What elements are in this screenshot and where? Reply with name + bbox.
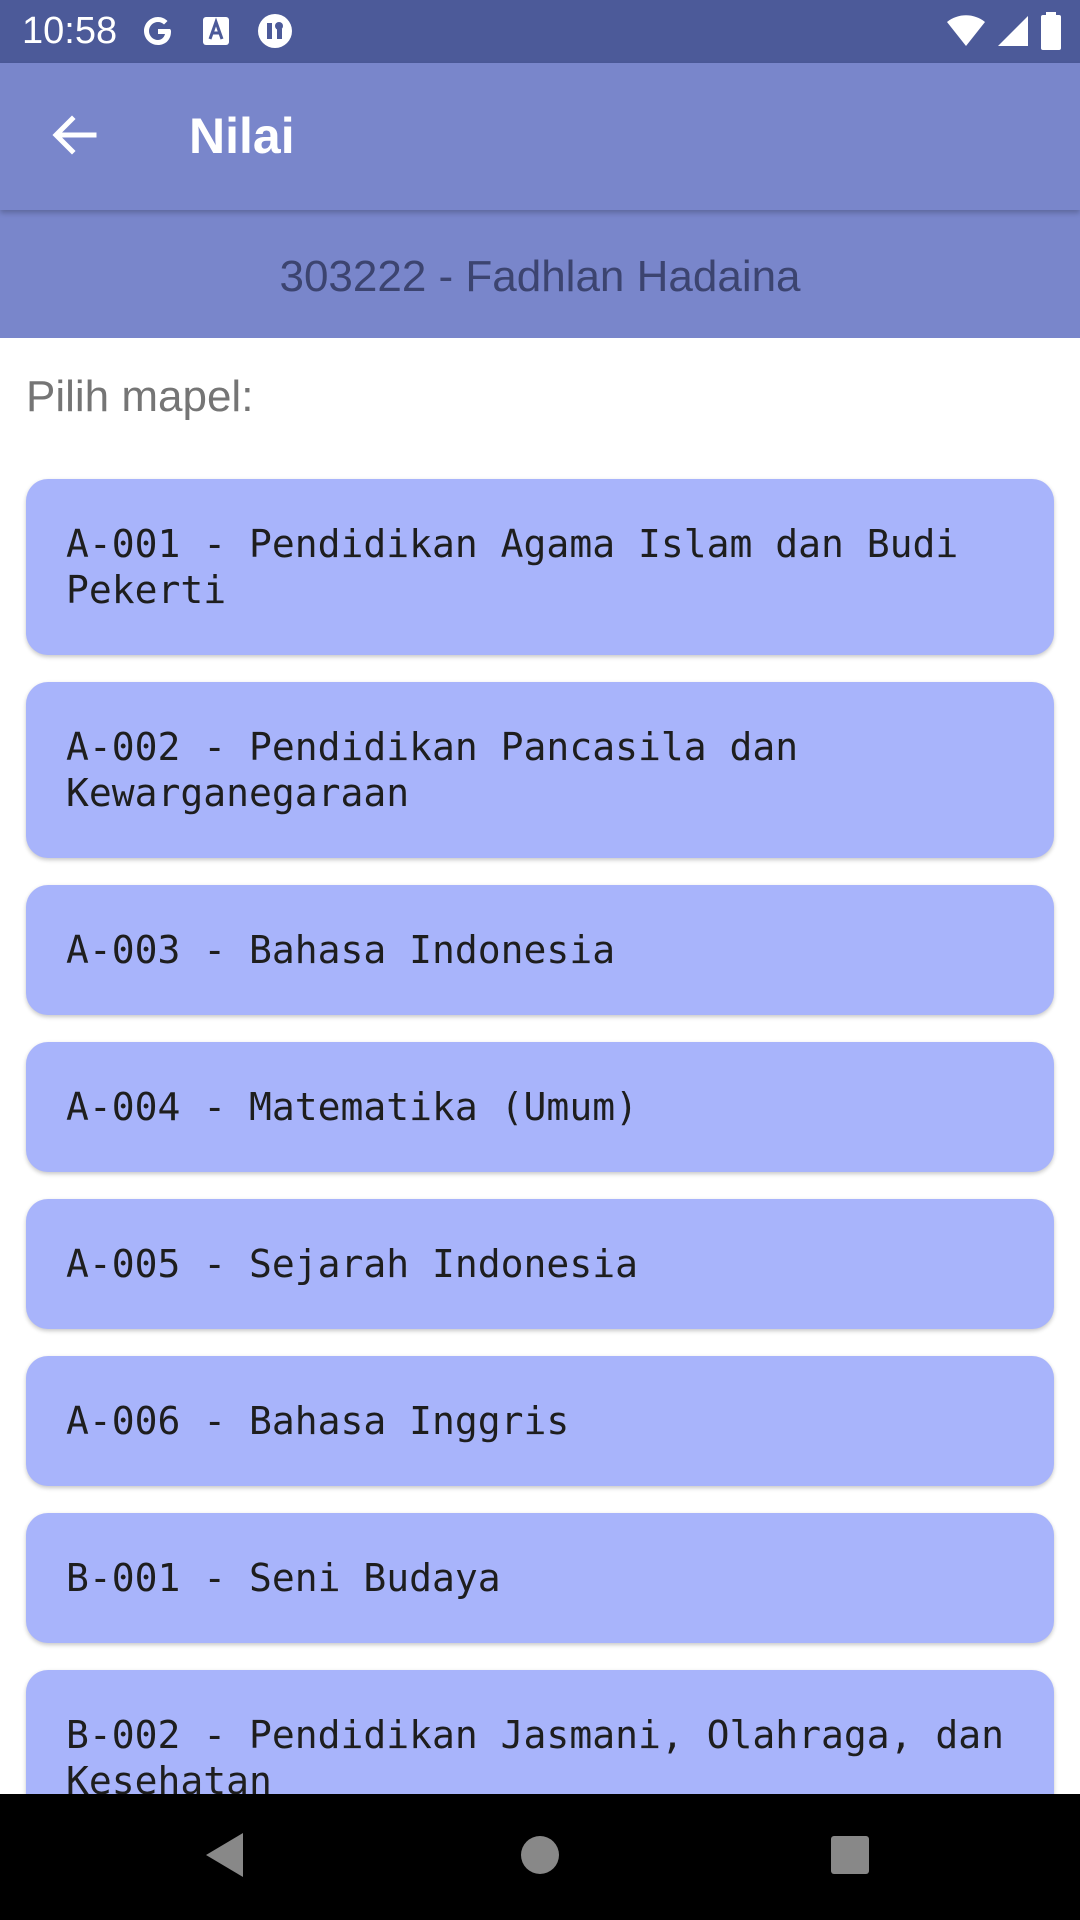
- home-circle-icon: [518, 1833, 562, 1882]
- status-right-icons: [946, 12, 1062, 55]
- battery-icon: [1040, 12, 1062, 55]
- student-header: 303222 - Fadhlan Hadaina: [0, 210, 1080, 338]
- subject-label: B-001 - Seni Budaya: [66, 1556, 501, 1600]
- subject-label: A-004 - Matematika (Umum): [66, 1085, 638, 1129]
- status-time: 10:58: [22, 10, 118, 52]
- back-button[interactable]: [38, 101, 110, 173]
- subject-item-a-005[interactable]: A-005 - Sejarah Indonesia: [26, 1199, 1054, 1329]
- back-triangle-icon: [203, 1830, 247, 1885]
- subject-label: A-001 - Pendidikan Agama Islam dan Budi …: [66, 522, 959, 612]
- subject-prompt-label: Pilih mapel:: [26, 372, 254, 421]
- recents-square-icon: [829, 1834, 871, 1881]
- subject-item-a-003[interactable]: A-003 - Bahasa Indonesia: [26, 885, 1054, 1015]
- subject-item-a-002[interactable]: A-002 - Pendidikan Pancasila dan Kewarga…: [26, 682, 1054, 858]
- student-name: 303222 - Fadhlan Hadaina: [279, 252, 801, 301]
- screen: 10:58 Nilai 303222 - Fadhlan Hadaina Pil…: [0, 0, 1080, 1920]
- subject-label: B-002 - Pendidikan Jasmani, Olahraga, da…: [66, 1713, 1004, 1803]
- nav-back-button[interactable]: [182, 1814, 268, 1900]
- app-bar: Nilai: [0, 63, 1080, 210]
- system-nav-bar: [0, 1794, 1080, 1920]
- nav-home-button[interactable]: [497, 1814, 583, 1900]
- google-g-icon: [140, 13, 176, 54]
- status-left-icons: [140, 12, 294, 55]
- subject-label: A-003 - Bahasa Indonesia: [66, 928, 616, 972]
- subject-item-a-006[interactable]: A-006 - Bahasa Inggris: [26, 1356, 1054, 1486]
- subject-list: A-001 - Pendidikan Agama Islam dan Budi …: [26, 479, 1054, 1873]
- subject-label: A-005 - Sejarah Indonesia: [66, 1242, 638, 1286]
- status-bar: 10:58: [0, 0, 1080, 63]
- subject-label: A-006 - Bahasa Inggris: [66, 1399, 570, 1443]
- wifi-icon: [946, 14, 986, 53]
- arrow-back-icon: [50, 111, 98, 164]
- vpn-circle-icon: [256, 12, 294, 55]
- subject-item-a-001[interactable]: A-001 - Pendidikan Agama Islam dan Budi …: [26, 479, 1054, 655]
- subject-item-b-001[interactable]: B-001 - Seni Budaya: [26, 1513, 1054, 1643]
- cellular-signal-icon: [996, 14, 1030, 53]
- nav-recents-button[interactable]: [807, 1814, 893, 1900]
- font-a-icon: [200, 14, 232, 53]
- page-title: Nilai: [189, 108, 295, 164]
- subject-item-a-004[interactable]: A-004 - Matematika (Umum): [26, 1042, 1054, 1172]
- subject-label: A-002 - Pendidikan Pancasila dan Kewarga…: [66, 725, 799, 815]
